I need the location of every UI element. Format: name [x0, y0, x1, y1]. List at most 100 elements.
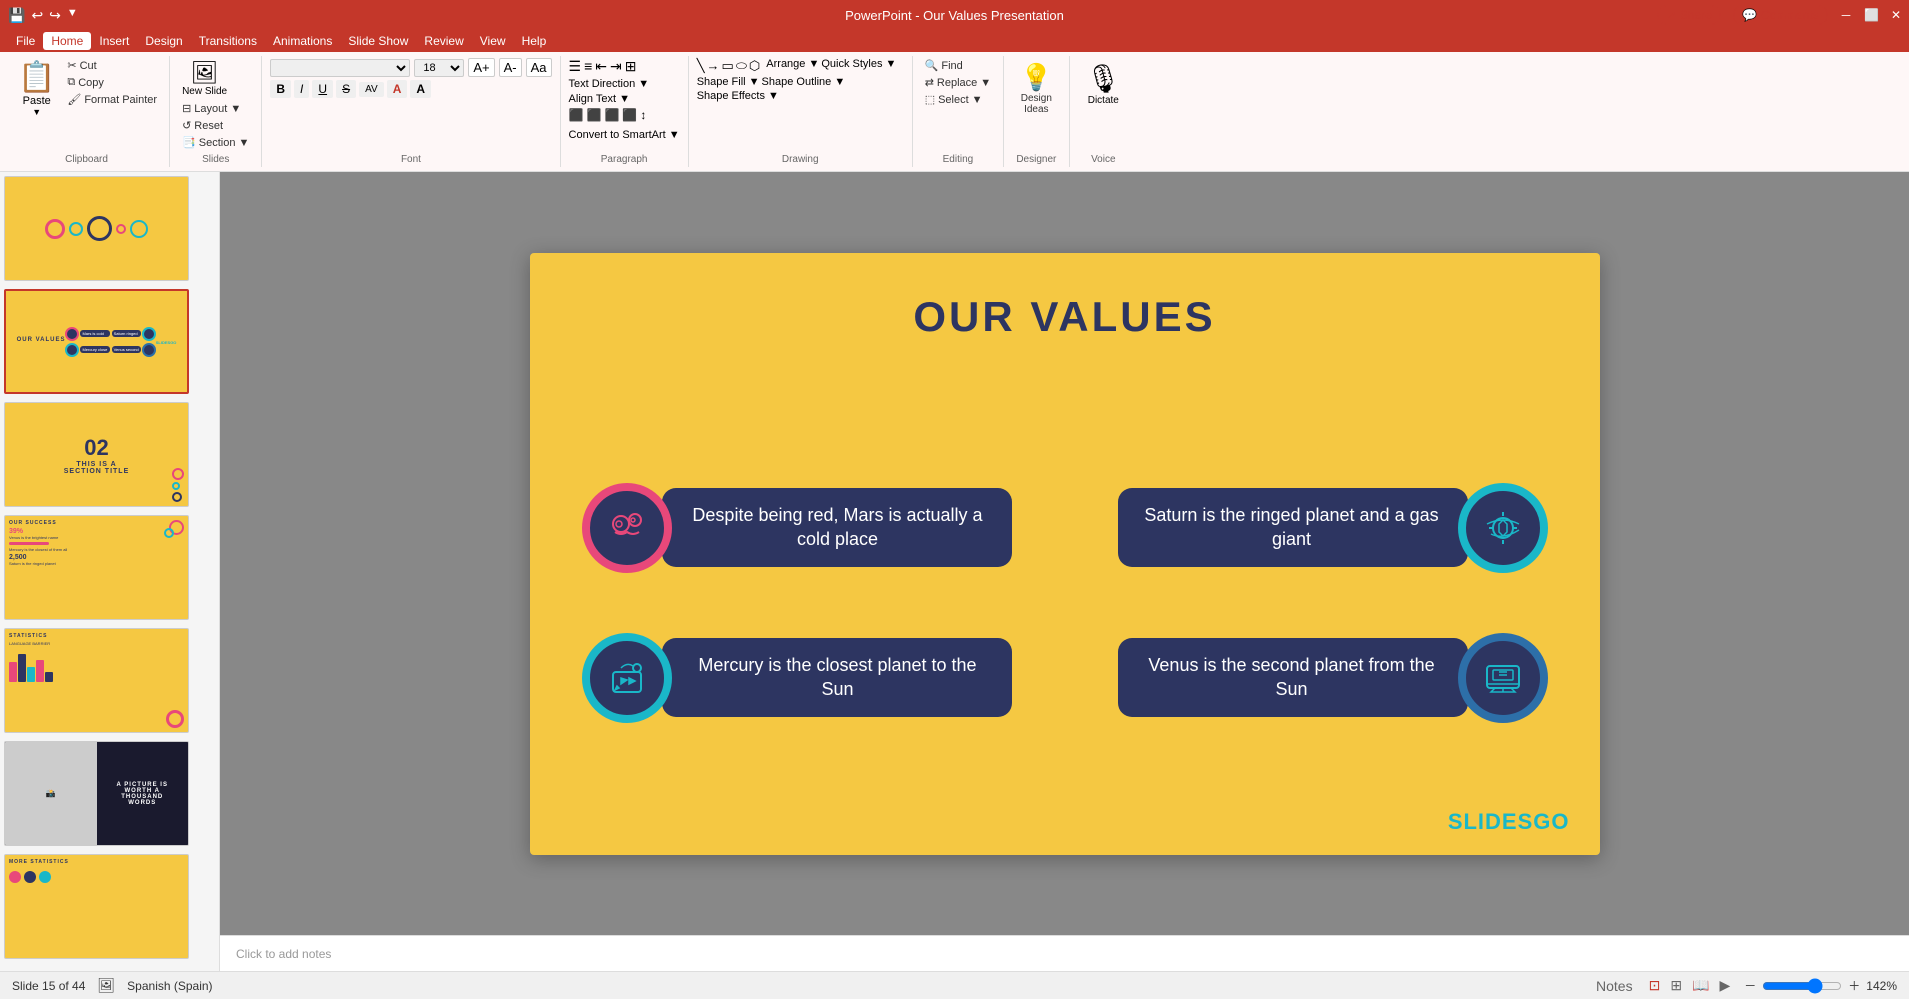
font-size-select[interactable]: 18	[414, 59, 464, 77]
font-color-button[interactable]: A	[387, 80, 408, 98]
comments-button[interactable]: 💬 Comments	[1733, 5, 1828, 25]
design-ideas-button[interactable]: 💡 DesignIdeas	[1012, 58, 1060, 119]
slideshow-button[interactable]: ▶	[1717, 975, 1732, 996]
cut-button[interactable]: ✂ Cut	[63, 58, 161, 73]
slide-preview-18: STATISTICS LANGUAGE BARRIER	[4, 628, 189, 733]
slide-thumb-19[interactable]: 19 📸 A PICTURE ISWORTH ATHOUSANDWORDS	[4, 741, 215, 846]
shape-line-icon[interactable]: ╲	[697, 58, 705, 74]
shape-oval-icon[interactable]: ⬭	[736, 58, 747, 74]
main-area: 14 15 OUR VALUES Mars is cold	[0, 172, 1909, 971]
new-slide-button[interactable]: 🖼 New Slide	[178, 58, 231, 99]
arrange-button[interactable]: Arrange ▼	[766, 58, 819, 74]
columns-button[interactable]: ⊞	[625, 58, 637, 75]
notes-bar[interactable]: Click to add notes	[220, 935, 1909, 971]
notes-view-button[interactable]: Notes	[1594, 976, 1635, 996]
decrease-font-button[interactable]: A-	[499, 58, 522, 77]
shape-arrow-icon[interactable]: →	[707, 58, 720, 74]
text-direction-button[interactable]: Text Direction ▼	[569, 78, 650, 90]
decrease-indent-button[interactable]: ⇤	[595, 58, 607, 75]
voice-group-label: Voice	[1078, 150, 1130, 165]
menu-insert[interactable]: Insert	[91, 32, 137, 50]
align-center-button[interactable]: ⬛	[587, 108, 602, 122]
zoom-out-button[interactable]: －	[1744, 977, 1756, 994]
zoom-in-button[interactable]: ＋	[1848, 977, 1860, 994]
select-button[interactable]: ⬚ Select ▼	[921, 92, 987, 107]
strikethrough-button[interactable]: S	[336, 80, 356, 98]
card-saturn[interactable]: Saturn is the ringed planet and a gas gi…	[1118, 483, 1548, 573]
bold-button[interactable]: B	[270, 80, 291, 98]
card-mars[interactable]: Despite being red, Mars is actually a co…	[582, 483, 1012, 573]
redo-icon[interactable]: ↪	[49, 7, 61, 24]
replace-icon: ⇄	[925, 76, 934, 89]
card-mercury[interactable]: Mercury is the closest planet to the Sun	[582, 633, 1012, 723]
layout-button[interactable]: ⊟ Layout ▼	[178, 101, 253, 116]
shape-effects-button[interactable]: Shape Effects ▼	[697, 90, 779, 102]
menu-transitions[interactable]: Transitions	[191, 32, 265, 50]
convert-smartart-button[interactable]: Convert to SmartArt ▼	[569, 129, 680, 141]
reset-button[interactable]: ↺ Reset	[178, 118, 253, 133]
menu-animations[interactable]: Animations	[265, 32, 340, 50]
align-text-button[interactable]: Align Text ▼	[569, 93, 630, 105]
shape-rect-icon[interactable]: ▭	[722, 58, 734, 74]
menu-help[interactable]: Help	[514, 32, 555, 50]
shape-more-icon[interactable]: ⬡	[749, 58, 760, 74]
slide-thumb-20[interactable]: 20 MORE STATISTICS	[4, 854, 215, 959]
reading-view-button[interactable]: 📖	[1690, 975, 1711, 996]
card-venus[interactable]: Venus is the second planet from the Sun	[1118, 633, 1548, 723]
align-left-button[interactable]: ⬛	[569, 108, 584, 122]
slide-canvas[interactable]: OUR VALUES Despite being red, Mars	[530, 253, 1600, 855]
bullets-button[interactable]: ☰	[569, 58, 582, 75]
paste-button[interactable]: 📋 Paste ▼	[12, 58, 61, 119]
customize-icon[interactable]: ▼	[67, 7, 78, 24]
kerning-button[interactable]: AV	[359, 82, 384, 97]
design-ideas-icon: 💡	[1020, 62, 1052, 93]
slide-thumb-17[interactable]: 17 OUR SUCCESS 39% Venus is the brightes…	[4, 515, 215, 620]
normal-view-button[interactable]: ⊡	[1647, 975, 1663, 996]
menu-home[interactable]: Home	[43, 32, 91, 50]
menu-slideshow[interactable]: Slide Show	[340, 32, 416, 50]
ribbon-group-voice: 🎙 Dictate Voice	[1074, 56, 1138, 167]
font-family-select[interactable]	[270, 59, 410, 77]
ribbon-group-clipboard: 📋 Paste ▼ ✂ Cut ⧉ Copy	[8, 56, 170, 167]
menu-view[interactable]: View	[472, 32, 514, 50]
shape-outline-button[interactable]: Shape Outline ▼	[762, 76, 846, 88]
slide-thumb-14[interactable]: 14	[4, 176, 215, 281]
numbered-list-button[interactable]: ≡	[584, 58, 592, 75]
ribbon-group-editing: 🔍 Find ⇄ Replace ▼ ⬚ Select ▼ Editing	[917, 56, 1004, 167]
minimize-icon[interactable]: －	[1840, 7, 1852, 24]
section-button[interactable]: 📑 Section ▼	[178, 135, 253, 150]
find-button[interactable]: 🔍 Find	[921, 58, 967, 73]
align-right-button[interactable]: ⬛	[604, 108, 619, 122]
dictate-button[interactable]: 🎙 Dictate	[1078, 58, 1130, 110]
zoom-slider[interactable]	[1762, 978, 1842, 994]
increase-indent-button[interactable]: ⇥	[610, 58, 622, 75]
menu-design[interactable]: Design	[137, 32, 190, 50]
share-button[interactable]: ↗ Share	[1657, 5, 1721, 25]
format-painter-button[interactable]: 🖌 Format Painter	[63, 92, 161, 107]
view-buttons: ⊡ ⊞ 📖 ▶	[1647, 975, 1733, 996]
card-text-venus: Venus is the second planet from the Sun	[1118, 638, 1468, 717]
save-icon[interactable]: 💾	[8, 7, 25, 24]
highlight-button[interactable]: A	[410, 80, 431, 98]
clear-format-button[interactable]: Aa	[526, 58, 552, 77]
slide-thumb-16[interactable]: 16 02 THIS IS ASECTION TITLE	[4, 402, 215, 507]
slide-sorter-button[interactable]: ⊞	[1668, 975, 1684, 996]
italic-button[interactable]: I	[294, 80, 309, 98]
line-spacing-button[interactable]: ↕	[640, 108, 646, 122]
replace-button[interactable]: ⇄ Replace ▼	[921, 75, 995, 90]
menu-file[interactable]: File	[8, 32, 43, 50]
notes-placeholder: Click to add notes	[236, 947, 331, 961]
menu-review[interactable]: Review	[416, 32, 471, 50]
slide-thumb-15[interactable]: 15 OUR VALUES Mars is cold Saturn ringed…	[4, 289, 215, 394]
ribbon-group-slides: 🖼 New Slide ⊟ Layout ▼ ↺ Reset 📑	[174, 56, 262, 167]
justify-button[interactable]: ⬛	[622, 108, 637, 122]
restore-icon[interactable]: ⬜	[1864, 8, 1879, 22]
quick-styles-button[interactable]: Quick Styles ▼	[821, 58, 896, 74]
increase-font-button[interactable]: A+	[468, 58, 494, 77]
slide-thumb-18[interactable]: 18 STATISTICS LANGUAGE BARRIER	[4, 628, 215, 733]
shape-fill-button[interactable]: Shape Fill ▼	[697, 76, 760, 88]
close-icon[interactable]: ✕	[1891, 8, 1901, 22]
undo-icon[interactable]: ↩	[31, 7, 43, 24]
copy-button[interactable]: ⧉ Copy	[63, 75, 161, 90]
underline-button[interactable]: U	[312, 80, 333, 98]
